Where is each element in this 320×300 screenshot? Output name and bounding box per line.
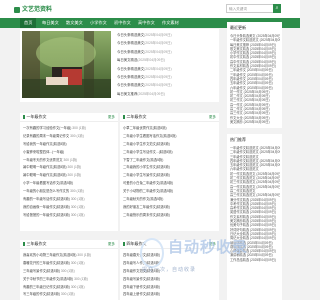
logo-icon — [14, 6, 20, 13]
list-item[interactable]: 我的好朋友二年级作文(精选5篇) — [123, 204, 216, 212]
list-item[interactable]: 写给我的一年级作文(精选5篇) — [23, 141, 115, 149]
section-header: 一年级作文 更多 — [20, 113, 118, 122]
list-item[interactable]: 每日美文精选(2025年04月09日) — [117, 56, 217, 64]
list-item[interactable]: 小学一年级看图写话作文(精选5篇) — [23, 180, 115, 188]
list-item[interactable]: 二年级小学生写话作文...(精选5篇) — [123, 149, 216, 157]
article-list: 一次有趣的学习经验作文(一年级) 300 (1篇) 记录有趣的周末一年级周记作文… — [23, 125, 115, 220]
list-item[interactable]: 二年级小学生看图写话作文(精选5篇) — [123, 133, 216, 141]
nav-item-primary[interactable]: 小学作文 — [90, 18, 107, 28]
top-bar: 文艺范资料 输入关键词 ⌕ — [0, 0, 300, 18]
list-item[interactable]: 可爱的小白兔二年级作文(精选5篇) — [123, 180, 216, 188]
list-item[interactable]: 小草二年级优秀作文(精选5篇) — [123, 125, 216, 133]
sidebar-list: 今日头条精选美文 (2025年04月09日) 一年级作文精选范文 (2025年0… — [230, 34, 280, 124]
list-item[interactable]: 四年级下册作文(精选5篇) — [123, 284, 216, 292]
section-header: 三年级作文 更多 — [20, 240, 118, 249]
section-header: 二年级作文 更多 — [120, 113, 219, 122]
watermark-text: 自动秒收录 — [168, 238, 249, 256]
list-item[interactable]: 春暖花开的三年级作文(精选5篇) 300 (1篇) — [23, 260, 115, 268]
list-item[interactable]: 二年级小学生写景作文(精选5篇) — [123, 172, 216, 180]
section-grade3: 三年级作文 更多 我喜欢的小动物三年级作文(精选5篇) 300 (1篇) 春暖花开… — [20, 240, 118, 300]
list-item[interactable]: 今日头条精选美文(2025年04月09日) — [117, 81, 217, 89]
sidebar-item[interactable]: 美文摘抄 (2025年04月09日) — [230, 120, 280, 124]
sidebar-item[interactable]: 高三作文精选范文 (2025年04月09日) — [230, 193, 280, 197]
article-list: 小草二年级优秀作文(精选5篇) 二年级小学生看图写话作文(精选5篇) 二年级小学… — [123, 125, 216, 220]
list-item[interactable]: 暑中聪明一年级作文(精选5篇) 300 (1篇) — [23, 172, 115, 180]
list-item[interactable]: 下雪了二年级作文(精选5篇) — [123, 157, 216, 165]
sidebar-item[interactable]: 五年级作文 (2025年04月09日) — [230, 81, 280, 85]
site-logo[interactable]: 文艺范资料 — [14, 4, 52, 13]
hero-photo — [22, 31, 111, 98]
search-icon: ⌕ — [275, 5, 279, 11]
list-item[interactable]: 一次有趣的学习经验作文(一年级) 300 (1篇) — [23, 125, 115, 133]
list-item[interactable]: 写给爸爸的一年级作文(精选5篇) 300 (1篇) — [23, 212, 115, 220]
list-item[interactable]: 写三年级的作文(精选5篇) 300 (1篇) — [23, 291, 115, 299]
sidebar-latest: 最近更新 今日头条精选美文 (2025年04月09日) 一年级作文精选范文 (2… — [227, 22, 282, 128]
list-item[interactable]: 四年级上册作文(精选5篇) — [123, 291, 216, 299]
nav-item-senior[interactable]: 高中作文 — [138, 18, 155, 28]
list-item[interactable]: 小蜜蜂来啦整四体...(一年级) — [23, 149, 115, 157]
sidebar-item[interactable]: 一年级作文精选范文 (2025年04月09日) — [230, 38, 280, 42]
watermark: 自动秒收录 提交一次，自动收录 — [140, 236, 290, 281]
more-link[interactable]: 更多 — [108, 113, 115, 121]
list-item[interactable]: 有趣的三年级日记作文(精选5篇) 300 (1篇) — [23, 284, 115, 292]
hero-image[interactable] — [22, 31, 111, 98]
list-item[interactable]: 今日头条精选美文(2025年04月09日) — [117, 65, 217, 73]
list-item[interactable]: 关于小动物的二年级作文(精选5篇) — [123, 188, 216, 196]
list-item[interactable]: 今日头条精选美文(2025年04月09日) — [117, 48, 217, 56]
list-item[interactable]: 今日头条精选美文(2025年04月09日) — [117, 31, 217, 39]
list-item[interactable]: 记录有趣的周末一年级周记作文 300 (1篇) — [23, 133, 115, 141]
list-item[interactable]: 每日美文推荐(2025年04月09日) — [117, 90, 217, 98]
list-item[interactable]: 今日头条精选美文(2025年04月09日) — [117, 39, 217, 47]
nav-item-daily[interactable]: 每日美文 — [42, 18, 59, 28]
watermark-subtext: 提交一次，自动收录 — [142, 267, 197, 273]
list-item[interactable]: 二年级小学生作文范文(精选5篇) — [123, 141, 216, 149]
more-link[interactable]: 更多 — [108, 240, 115, 248]
list-item[interactable]: 一年级的小朋友是怎么写作文的 300 (1篇) — [23, 188, 115, 196]
hero-list: 今日头条精选美文(2025年04月09日) 今日头条精选美文(2025年04月0… — [117, 31, 217, 98]
list-item[interactable]: 二年级快乐的周末作文(精选5篇) — [123, 212, 216, 220]
list-item[interactable]: 暑中聪明一年级作文(精选5篇) 300 (1篇) — [23, 164, 115, 172]
search-button[interactable]: ⌕ — [273, 4, 281, 13]
list-item[interactable]: 我的自画像一年级作文(精选5篇) 300 (1篇) — [23, 204, 115, 212]
more-link[interactable]: 更多 — [209, 113, 216, 121]
nav-item-junior[interactable]: 初中作文 — [114, 18, 131, 28]
sidebar-title: 最近更新 — [230, 25, 246, 30]
sidebar-item[interactable]: 优美句子精选 (2025年04月09日) — [230, 223, 280, 227]
article-list: 我喜欢的小动物三年级作文(精选5篇) 300 (1篇) 春暖花开的三年级作文(精… — [23, 252, 115, 299]
section-grade2: 二年级作文 更多 小草二年级优秀作文(精选5篇) 二年级小学生看图写话作文(精选5… — [120, 113, 219, 231]
search-input[interactable]: 输入关键词 — [226, 4, 276, 13]
watermark-logo-icon — [140, 238, 164, 268]
list-item[interactable]: 二年级秋天的作文(精选5篇) — [123, 196, 216, 204]
list-item[interactable]: 有趣的一年级写话作文(精选5篇) 300 (1篇) — [23, 196, 115, 204]
list-item[interactable]: 二年级我的小学生作文(精选5篇) — [123, 164, 216, 172]
section-grade1: 一年级作文 更多 一次有趣的学习经验作文(一年级) 300 (1篇) 记录有趣的周… — [20, 113, 118, 231]
sidebar-title: 热门推荐 — [230, 137, 246, 142]
list-item[interactable]: 三年级写景作文(精选5篇) 300 (1篇) — [23, 268, 115, 276]
nav-item-prose[interactable]: 散文美文 — [66, 18, 83, 28]
list-item[interactable]: 我喜欢的小动物三年级作文(精选5篇) 300 (1篇) — [23, 252, 115, 260]
list-item[interactable]: 今日头条精选美文(2025年04月09日) — [117, 73, 217, 81]
nav-item-material[interactable]: 作文素材 — [162, 18, 179, 28]
sidebar-item[interactable]: 二年级作文精选范文 (2025年04月09日) — [230, 150, 280, 154]
list-item[interactable]: 关于中秋节的三年级作文(精选5篇) 300 (1篇) — [23, 276, 115, 284]
nav-item-home[interactable]: 首页 — [20, 18, 37, 28]
list-item[interactable]: 一年级冬天的作文优秀范文 300 (1篇) — [23, 157, 115, 165]
